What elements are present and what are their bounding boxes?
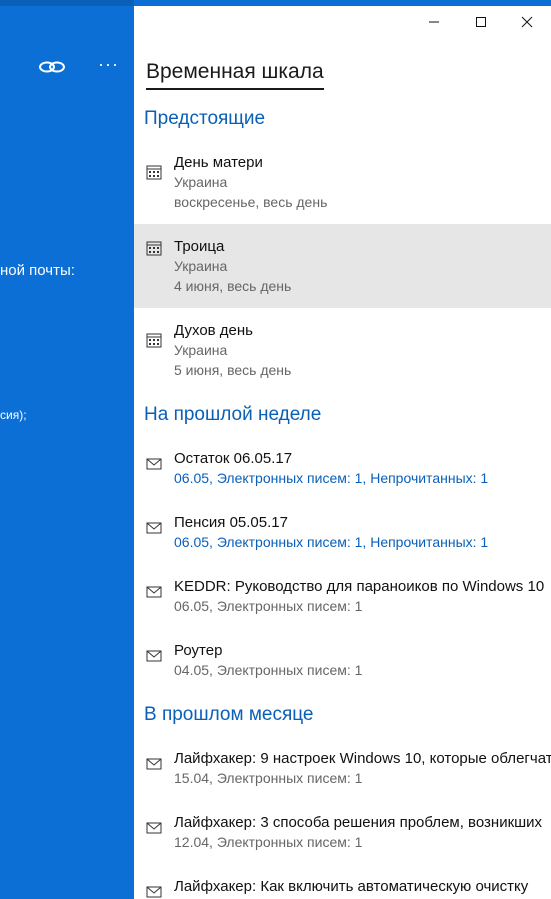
mail-icon xyxy=(146,650,162,662)
mail-item[interactable]: Роутер 04.05, Электронных писем: 1 xyxy=(134,642,551,698)
maximize-icon xyxy=(476,17,486,27)
mail-title: Лайфхакер: 3 способа решения проблем, во… xyxy=(174,814,543,831)
minimize-button[interactable] xyxy=(422,12,446,32)
mail-title: KEDDR: Руководство для параноиков по Win… xyxy=(174,578,545,595)
mail-icon xyxy=(146,822,162,834)
mail-item[interactable]: Пенсия 05.05.17 06.05, Электронных писем… xyxy=(134,514,551,570)
more-icon[interactable]: ··· xyxy=(98,54,119,75)
page-title: Временная шкала xyxy=(146,60,324,90)
event-location: Украина xyxy=(174,174,228,190)
right-top-line xyxy=(134,0,551,6)
calendar-icon xyxy=(146,333,162,348)
mail-title: Лайфхакер: Как включить автоматическую о… xyxy=(174,878,529,895)
event-time: 4 июня, весь день xyxy=(174,278,292,294)
mail-meta: 06.05, Электронных писем: 1 xyxy=(174,598,363,614)
mail-title: Пенсия 05.05.17 xyxy=(174,514,288,531)
link-icon[interactable] xyxy=(38,58,66,76)
event-time: 5 июня, весь день xyxy=(174,362,292,378)
mail-item[interactable]: Лайфхакер: Как включить автоматическую о… xyxy=(134,878,551,899)
event-title: День матери xyxy=(174,154,263,171)
mail-meta: 12.04, Электронных писем: 1 xyxy=(174,834,363,850)
mail-icon xyxy=(146,586,162,598)
maximize-button[interactable] xyxy=(469,12,493,32)
mail-meta: 06.05, Электронных писем: 1, Непрочитанн… xyxy=(174,534,489,550)
calendar-icon xyxy=(146,241,162,256)
mail-item[interactable]: Лайфхакер: 3 способа решения проблем, во… xyxy=(134,814,551,870)
section-title-upcoming: Предстоящие xyxy=(144,108,266,129)
event-time: воскресенье, весь день xyxy=(174,194,328,210)
mail-label-fragment: ной почты: xyxy=(0,262,75,279)
mail-icon xyxy=(146,758,162,770)
mail-meta: 15.04, Электронных писем: 1 xyxy=(174,770,363,786)
close-button[interactable] xyxy=(515,12,539,32)
timeline-panel: Временная шкала Предстоящие День матери … xyxy=(134,0,551,899)
section-title-last-month: В прошлом месяце xyxy=(144,704,314,725)
mail-meta: 06.05, Электронных писем: 1, Непрочитанн… xyxy=(174,470,489,486)
small-label-fragment: сия); xyxy=(0,408,27,422)
mail-title: Лайфхакер: 9 настроек Windows 10, которы… xyxy=(174,750,551,767)
left-panel: ··· ной почты: сия); xyxy=(0,0,134,899)
event-item[interactable]: Троица Украина 4 июня, весь день xyxy=(134,224,551,308)
mail-item[interactable]: Остаток 06.05.17 06.05, Электронных писе… xyxy=(134,450,551,506)
event-title: Духов день xyxy=(174,322,253,339)
close-icon xyxy=(521,16,533,28)
mail-icon xyxy=(146,522,162,534)
event-item[interactable]: Духов день Украина 5 июня, весь день xyxy=(134,316,551,400)
mail-icon xyxy=(146,458,162,470)
mail-title: Роутер xyxy=(174,642,223,659)
mail-item[interactable]: KEDDR: Руководство для параноиков по Win… xyxy=(134,578,551,634)
event-location: Украина xyxy=(174,258,228,274)
calendar-icon xyxy=(146,165,162,180)
mail-icon xyxy=(146,886,162,898)
mail-item[interactable]: Лайфхакер: 9 настроек Windows 10, которы… xyxy=(134,750,551,806)
event-location: Украина xyxy=(174,342,228,358)
left-top-line xyxy=(0,0,134,6)
section-title-last-week: На прошлой неделе xyxy=(144,404,322,425)
mail-title: Остаток 06.05.17 xyxy=(174,450,293,467)
event-item[interactable]: День матери Украина воскресенье, весь де… xyxy=(134,148,551,232)
mail-meta: 04.05, Электронных писем: 1 xyxy=(174,662,363,678)
event-title: Троица xyxy=(174,238,225,255)
minimize-icon xyxy=(429,21,439,23)
